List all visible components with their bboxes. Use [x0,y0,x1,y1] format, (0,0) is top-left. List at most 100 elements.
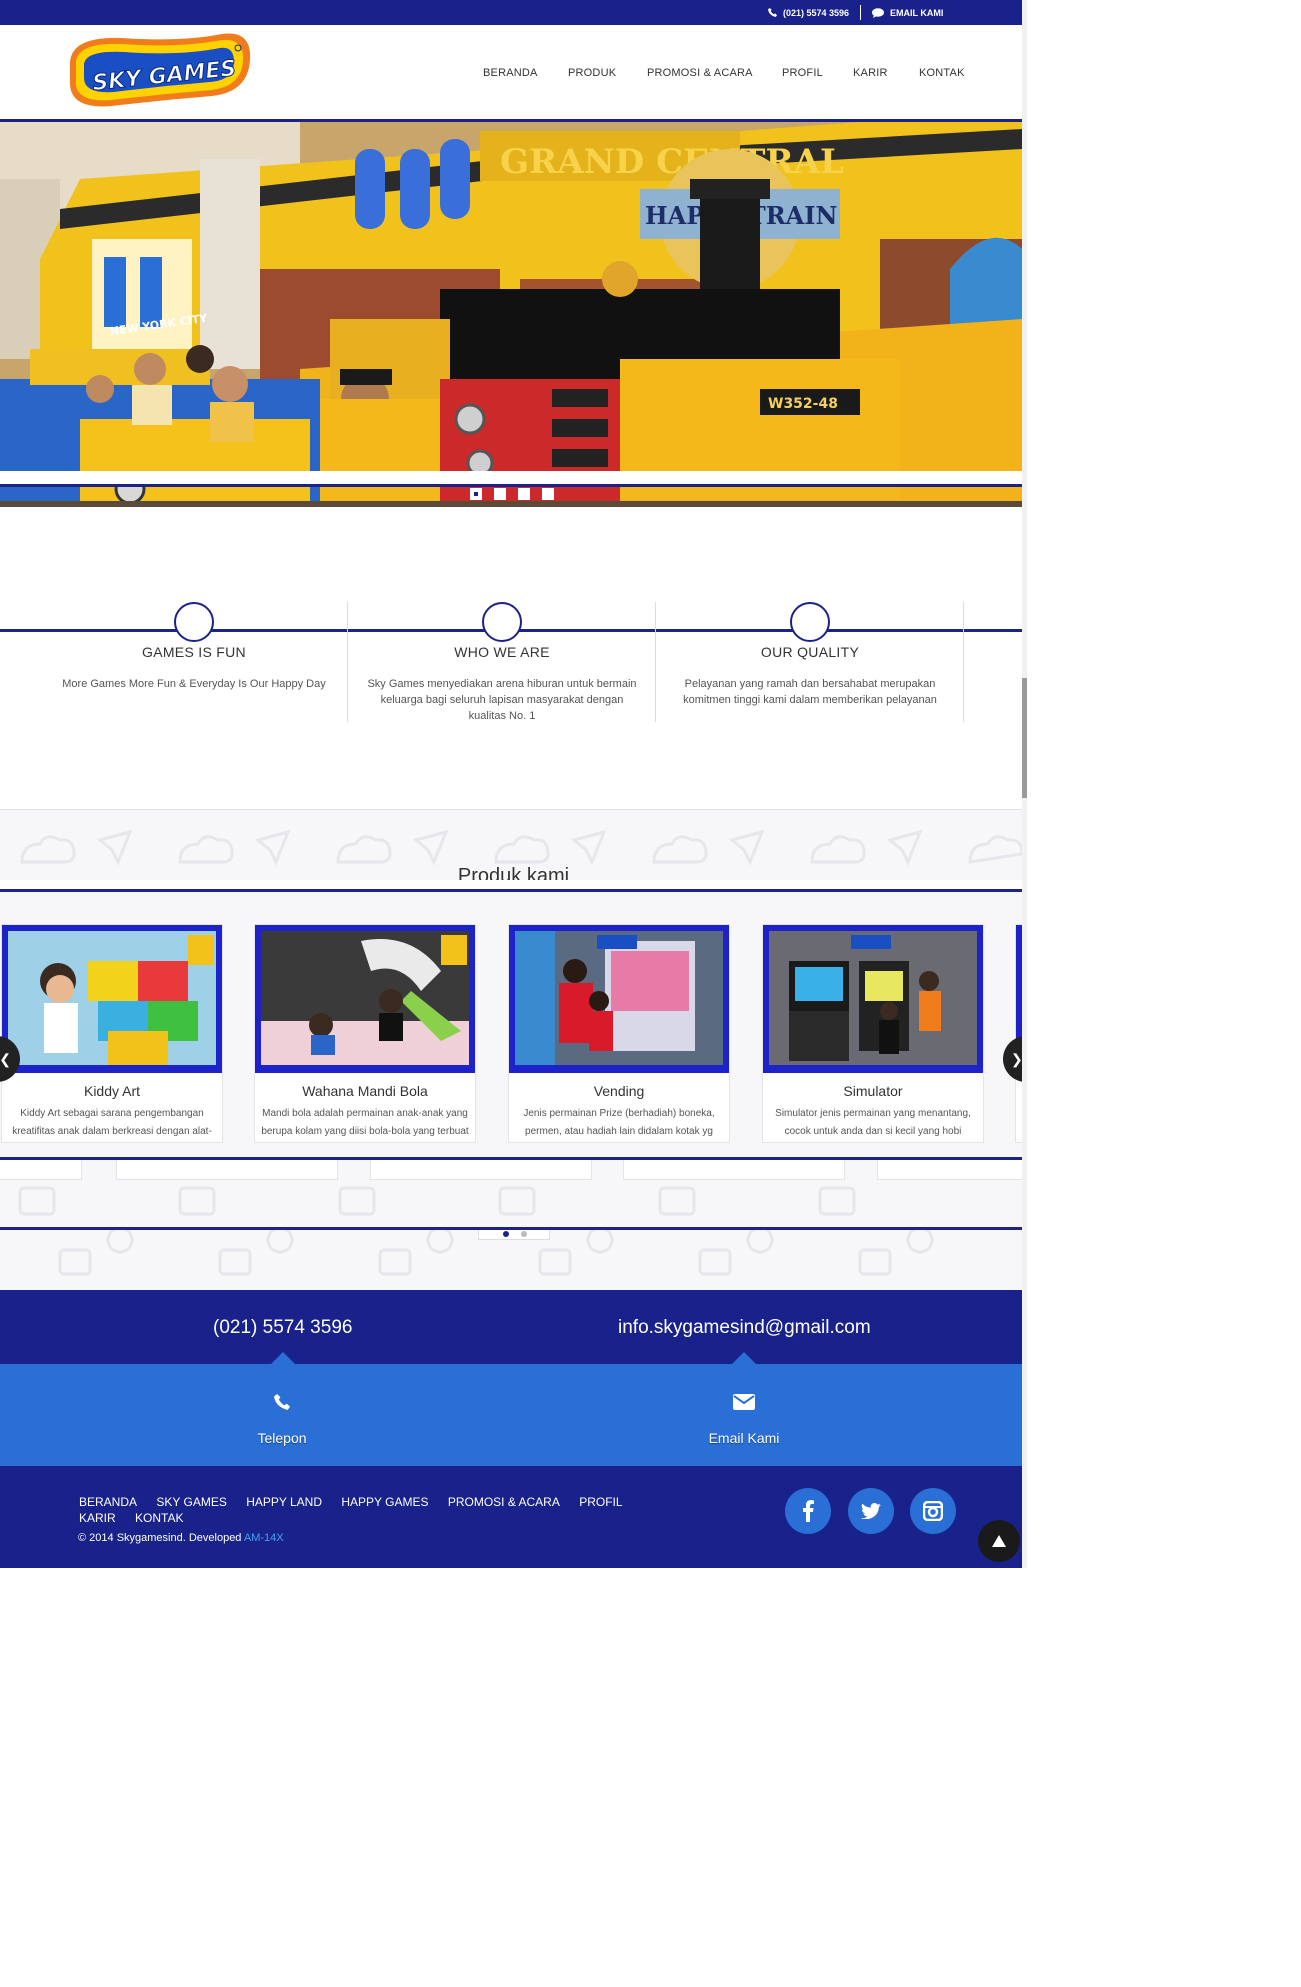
feature-title: GAMES IS FUN [142,644,246,660]
copyright: © 2014 Skygamesind. Developed AM-14X [78,1532,284,1544]
contact-email[interactable]: info.skygamesind@gmail.com [618,1317,871,1339]
nav-profil[interactable]: PROFIL [782,67,823,79]
card-footer [370,1160,592,1180]
feature-games-is-fun: GAMES IS FUN More Games More Fun & Every… [40,602,348,722]
product-name: Wahana Mandi Bola [302,1083,428,1099]
top-phone[interactable]: (021) 5574 3596 [768,0,849,25]
feature-our-quality: OUR QUALITY Pelayanan yang ramah dan ber… [656,602,964,722]
top-separator [860,5,861,20]
instagram-icon [923,1501,943,1521]
main-nav: BERANDA PRODUK PROMOSI & ACARA PROFIL KA… [0,67,1027,81]
envelope-icon [733,1394,755,1410]
product-card-kiddy-art[interactable]: Kiddy Art Kiddy Art sebagai sarana penge… [1,924,223,1143]
nav-kontak[interactable]: KONTAK [919,67,965,79]
slider-dot-4[interactable] [542,488,554,500]
email-label: Email Kami [708,1430,780,1446]
card-footer [116,1160,338,1180]
nav-beranda[interactable]: BERANDA [483,67,538,79]
product-image-vending [509,925,729,1073]
phone-icon [274,1394,290,1410]
hero-accent-line [0,484,1022,487]
back-to-top-button[interactable] [978,1520,1020,1562]
product-name: Kiddy Art [83,1083,141,1099]
slider-dot-3[interactable] [518,488,530,500]
svg-text:W352-48: W352-48 [768,396,838,412]
product-card-vending[interactable]: Vending Jenis permainan Prize (berhadiah… [508,924,730,1143]
phone-icon [768,8,777,17]
feature-divider [963,602,964,722]
top-contact-bar: (021) 5574 3596 EMAIL KAMI [0,0,1027,25]
footer-link-sky-games[interactable]: SKY GAMES [156,1495,226,1509]
call-label: Telepon [257,1430,307,1446]
instagram-button[interactable] [910,1488,956,1534]
product-card-wahana-mandi-bola[interactable]: Wahana Mandi Bola Mandi bola adalah perm… [254,924,476,1143]
product-name: Vending [593,1083,645,1099]
footer-link-karir[interactable]: KARIR [79,1511,116,1525]
feature-title: OUR QUALITY [760,644,860,660]
top-email-link[interactable]: EMAIL KAMI [872,0,943,25]
nav-karir[interactable]: KARIR [853,67,888,79]
feature-text: Sky Games menyediakan arena hiburan untu… [367,678,637,722]
hero-white-band [0,471,1022,484]
footer-links: BERANDA SKY GAMES HAPPY LAND HAPPY GAMES… [79,1494,639,1526]
feature-circle-icon [482,602,522,642]
copyright-text: © 2014 Skygamesind. Developed [78,1532,242,1544]
chevron-right-icon: ❯ [1011,1051,1023,1067]
chat-bubble-icon [872,7,884,18]
products-section: Produk kami Kiddy Art Kiddy Art sebagai … [0,810,1027,1290]
feature-circle-icon [174,602,214,642]
contact-actions: Telepon Email Kami [0,1364,1027,1466]
footer-link-happy-games[interactable]: HAPPY GAMES [341,1495,428,1509]
twitter-button[interactable] [848,1488,894,1534]
pager-dot-2[interactable] [521,1231,527,1237]
nav-produk[interactable]: PRODUK [568,67,616,79]
contact-pointer [732,1352,756,1364]
footer-link-promosi-acara[interactable]: PROMOSI & ACARA [448,1495,560,1509]
hero-slider[interactable]: GRAND CENTRAL HAPPY TRAIN NEW YORK CITY … [0,119,1022,507]
page-scrollbar[interactable] [1022,0,1027,1568]
features-section: GAMES IS FUN More Games More Fun & Every… [0,560,1027,810]
feature-title: WHO WE ARE [454,644,550,660]
footer-link-kontak[interactable]: KONTAK [135,1511,183,1525]
contact-bar: (021) 5574 3596 info.skygamesind@gmail.c… [0,1290,1027,1364]
nav-promosi-acara[interactable]: PROMOSI & ACARA [647,67,753,79]
card-footer [0,1160,82,1180]
feature-who-we-are: WHO WE ARE Sky Games menyediakan arena h… [348,602,656,722]
pager-dot-1[interactable] [503,1231,509,1237]
feature-text: Pelayanan yang ramah dan bersahabat meru… [683,678,937,706]
site-header: SKY GAMES BERANDA PRODUK PROMOSI & ACARA… [0,25,1027,119]
card-footer [623,1160,845,1180]
contact-phone[interactable]: (021) 5574 3596 [213,1317,352,1339]
contact-pointer [271,1352,295,1364]
chevron-left-icon: ❮ [0,1051,11,1067]
developer-link[interactable]: AM-14X [244,1532,284,1544]
product-desc: Kiddy Art sebagai sarana pengembangan kr… [12,1108,212,1137]
product-image-simulator [763,925,983,1073]
products-top-band [0,880,1022,892]
slider-dot-2[interactable] [494,488,506,500]
scrollbar-thumb[interactable] [1022,678,1027,798]
site-footer: BERANDA SKY GAMES HAPPY LAND HAPPY GAMES… [0,1466,1027,1568]
product-image-mandi-bola [255,925,475,1073]
twitter-icon [861,1503,881,1519]
product-image-kiddy-art [2,925,222,1073]
footer-link-beranda[interactable]: BERANDA [79,1495,137,1509]
slider-dot-1[interactable] [470,488,482,500]
product-name: Simulator [843,1083,903,1099]
email-action[interactable]: Email Kami [674,1394,814,1446]
card-footer [877,1160,1027,1180]
hero-top-line [0,119,1022,122]
product-desc: Simulator jenis permainan yang menantang… [775,1108,971,1137]
footer-link-happy-land[interactable]: HAPPY LAND [246,1495,322,1509]
hero-slider-dots [470,488,554,500]
arrow-up-icon [992,1535,1006,1547]
top-email-text: EMAIL KAMI [890,7,944,18]
facebook-button[interactable] [785,1488,831,1534]
product-card-simulator[interactable]: Simulator Simulator jenis permainan yang… [762,924,984,1143]
facebook-icon [803,1500,814,1522]
footer-link-profil[interactable]: PROFIL [579,1495,622,1509]
feature-text: More Games More Fun & Everyday Is Our Ha… [62,678,326,690]
hero-photo-happy-train: GRAND CENTRAL HAPPY TRAIN NEW YORK CITY … [0,119,1022,507]
call-action[interactable]: Telepon [212,1394,352,1446]
svg-text:GRAND CENTRAL: GRAND CENTRAL [500,142,844,182]
